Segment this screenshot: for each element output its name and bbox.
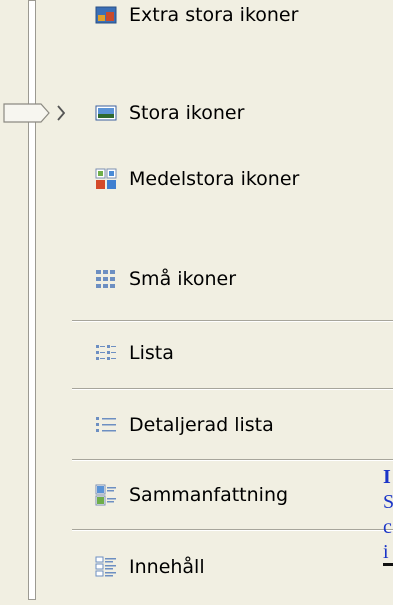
extra-large-icons-icon [95, 4, 117, 26]
menu-item-label: Detaljerad lista [129, 414, 274, 436]
menu-separator [72, 388, 393, 390]
pane-text-line: i [383, 541, 389, 563]
menu-item-extra-large-icons[interactable]: Extra stora ikoner [95, 0, 298, 32]
menu-separator [72, 320, 393, 322]
details-icon [95, 414, 117, 436]
small-icons-icon [95, 268, 117, 290]
menu-item-label: Medelstora ikoner [129, 168, 300, 190]
pane-text-line: S [383, 491, 393, 513]
view-size-slider-thumb[interactable] [3, 100, 66, 126]
view-options-menu: Extra stora ikoner Stora ikoner Medelsto… [0, 0, 393, 605]
tiles-icon [95, 484, 117, 506]
menu-item-label: Extra stora ikoner [129, 4, 299, 26]
menu-item-medium-icons[interactable]: Medelstora ikoner [95, 162, 299, 196]
pane-text-line: I [383, 466, 391, 488]
menu-separator [72, 459, 393, 461]
menu-item-small-icons[interactable]: Små ikoner [95, 262, 236, 296]
menu-item-content[interactable]: Innehåll [95, 550, 205, 584]
menu-item-label: Små ikoner [129, 268, 237, 290]
menu-item-large-icons[interactable]: Stora ikoner [95, 96, 244, 130]
medium-icons-icon [95, 168, 117, 190]
menu-item-details[interactable]: Detaljerad lista [95, 408, 274, 442]
menu-item-label: Stora ikoner [129, 102, 245, 124]
details-pane-fragment: I S c i [383, 465, 393, 575]
menu-separator [72, 529, 393, 531]
menu-item-label: Lista [129, 342, 174, 364]
pane-text-line: c [383, 516, 392, 538]
view-size-slider-track[interactable] [28, 0, 36, 600]
large-icons-icon [95, 102, 117, 124]
menu-item-label: Sammanfattning [129, 484, 289, 506]
menu-item-label: Innehåll [129, 556, 205, 578]
menu-item-list[interactable]: Lista [95, 336, 174, 370]
list-icon [95, 342, 117, 364]
content-icon [95, 556, 117, 578]
menu-item-tiles[interactable]: Sammanfattning [95, 478, 288, 512]
pane-rule [383, 563, 393, 566]
